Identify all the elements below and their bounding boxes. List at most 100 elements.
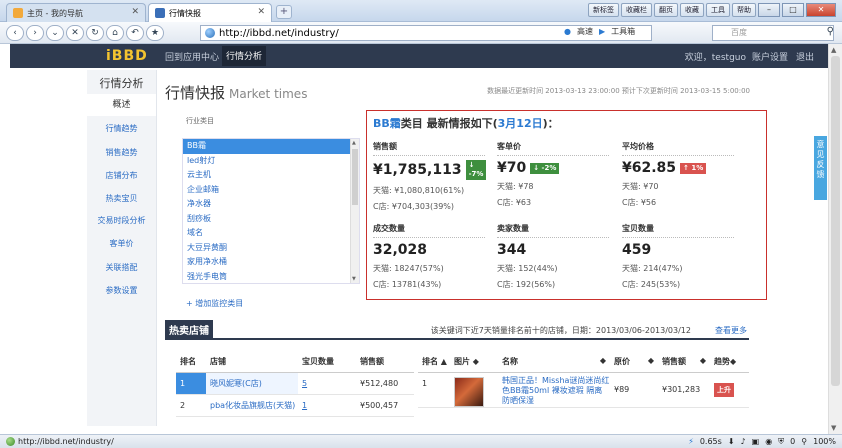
zoom-icon[interactable]: ⚲ — [801, 435, 807, 448]
col-shop[interactable]: 店铺 — [206, 352, 298, 373]
col-rank[interactable]: 排名 ▲ — [418, 352, 450, 373]
col-trend[interactable]: 趋势◆ — [710, 352, 749, 373]
shop-count-link[interactable]: 5 — [302, 379, 307, 388]
stop-button[interactable]: ✕ — [66, 24, 84, 41]
minimize-button[interactable]: – — [758, 3, 780, 17]
view-more-link[interactable]: 查看更多 — [715, 325, 747, 336]
table-row[interactable]: 2 pba化妆品旗舰店(天猫) 1 ¥500,457 — [176, 394, 414, 417]
shop-name-link[interactable]: pba化妆品旗舰店(天猫) — [206, 394, 298, 417]
category-item[interactable]: led射灯 — [183, 154, 359, 169]
search-icon[interactable]: ⚲ — [827, 26, 834, 37]
go-arrow-icon[interactable]: ▶ — [599, 27, 605, 36]
ibbd-logo[interactable]: iBBD — [106, 48, 148, 64]
product-image[interactable] — [454, 376, 484, 407]
sidebar-item-settings[interactable]: 参数设置 — [87, 285, 156, 296]
col-name[interactable]: 名称 ◆ — [498, 352, 610, 373]
sort-up-icon[interactable]: ▲ — [441, 357, 447, 366]
col-sales[interactable]: 销售额 — [356, 352, 414, 373]
category-item[interactable]: 域名 — [183, 226, 359, 241]
new-tab-button[interactable]: + — [276, 5, 292, 19]
shop-count-link[interactable]: 1 — [302, 401, 307, 410]
category-scrollbar[interactable]: ▲ ▼ — [350, 139, 359, 283]
product-name-link[interactable]: 韩国正品！Missha谜尚迷尚红色BB霜50ml 裸妆遮瑕 隔离防晒保湿 — [498, 372, 610, 408]
current-app-tab[interactable]: 行情分析 — [222, 46, 267, 66]
sidebar-item-shop-distribution[interactable]: 店铺分布 — [87, 170, 156, 181]
logout-link[interactable]: 退出 — [796, 50, 814, 63]
refresh-button[interactable]: ↻ — [86, 24, 104, 41]
account-settings-link[interactable]: 账户设置 — [752, 50, 788, 63]
top-button[interactable]: 新标签 — [588, 3, 619, 17]
category-item[interactable]: 净水器 — [183, 197, 359, 212]
speed-icon[interactable]: ● — [564, 27, 571, 36]
category-item[interactable]: 强光手电筒 — [183, 270, 359, 284]
shop-name-link[interactable]: 晓风妮寒(C店) — [206, 372, 298, 395]
feedback-button[interactable]: 意见反馈 — [814, 136, 827, 200]
tab-market[interactable]: 行情快报 ✕ — [148, 3, 272, 22]
metric-sub-tmall: 天猫: 214(47%) — [622, 264, 683, 273]
download-icon[interactable]: ⬇ — [728, 435, 735, 448]
category-item[interactable]: 大豆异黄酮 — [183, 241, 359, 256]
category-item[interactable]: BB霜 — [183, 139, 359, 154]
window-close-button[interactable]: ✕ — [806, 3, 836, 17]
table-row[interactable]: 1 晓风妮寒(C店) 5 ¥512,480 — [176, 372, 414, 395]
scroll-thumb[interactable] — [831, 56, 840, 386]
top-button[interactable]: 收藏 — [680, 3, 704, 17]
sidebar-item-market-trend[interactable]: 行情趋势 — [87, 123, 156, 134]
sort-icon[interactable]: ◆ — [473, 357, 479, 366]
scroll-thumb[interactable] — [352, 149, 358, 205]
top-button[interactable]: 工具 — [706, 3, 730, 17]
close-icon[interactable]: ✕ — [257, 7, 265, 17]
metric-value-row: ¥1,785,113 ↓ -7% — [373, 160, 487, 180]
col-price[interactable]: 原价 ◆ — [610, 352, 658, 373]
toolbox-label[interactable]: 工具箱 — [611, 26, 635, 37]
forward-button[interactable]: › — [26, 24, 44, 41]
speed-icon[interactable]: ⚡ — [688, 435, 694, 448]
scroll-down-icon[interactable]: ▼ — [352, 276, 356, 282]
sort-icon[interactable]: ◆ — [700, 356, 706, 365]
top-button[interactable]: 翻页 — [654, 3, 678, 17]
scroll-up-icon[interactable]: ▲ — [352, 140, 356, 146]
top-button[interactable]: 收藏栏 — [621, 3, 652, 17]
back-button[interactable]: ‹ — [6, 24, 24, 41]
sidebar-item-unit-price[interactable]: 客单价 — [87, 238, 156, 249]
table-row[interactable]: 1 韩国正品！Missha谜尚迷尚红色BB霜50ml 裸妆遮瑕 隔离防晒保湿 ¥… — [418, 372, 749, 408]
screenshot-icon[interactable]: ▣ — [752, 435, 760, 448]
sidebar-item-hot-items[interactable]: 热卖宝贝 — [87, 193, 156, 204]
page-scrollbar[interactable]: ▲ ▼ — [828, 44, 842, 434]
sort-icon[interactable]: ◆ — [600, 356, 606, 365]
back-to-app-center-link[interactable]: 回到应用中心 — [165, 50, 219, 63]
col-sales[interactable]: 销售额 ◆ — [658, 352, 710, 373]
sidebar-item-overview[interactable]: 概述 — [87, 94, 156, 116]
speed-label[interactable]: 高速 — [577, 26, 593, 37]
add-category-link[interactable]: + 增加监控类目 — [186, 298, 243, 309]
summary-date: 3月12日 — [497, 117, 543, 130]
scroll-down-icon[interactable]: ▼ — [831, 424, 836, 432]
home-button[interactable]: ⌂ — [106, 24, 124, 41]
col-image[interactable]: 图片 ◆ — [450, 352, 498, 373]
col-item-count[interactable]: 宝贝数量 — [298, 352, 356, 373]
top-button[interactable]: 帮助 — [732, 3, 756, 17]
sort-icon[interactable]: ◆ — [730, 357, 736, 366]
sort-icon[interactable]: ◆ — [648, 356, 654, 365]
col-rank[interactable]: 排名 — [176, 352, 206, 373]
category-item[interactable]: 企业邮箱 — [183, 183, 359, 198]
close-icon[interactable]: ✕ — [131, 7, 139, 17]
tab-home[interactable]: 主页 - 我的导航 ✕ — [6, 3, 146, 22]
category-item[interactable]: 云主机 — [183, 168, 359, 183]
sidebar-item-time-analysis[interactable]: 交易时段分析 — [87, 215, 156, 226]
sound-icon[interactable]: ♪ — [741, 435, 746, 448]
sidebar-item-sales-trend[interactable]: 销售趋势 — [87, 147, 156, 158]
favorite-star-button[interactable]: ★ — [146, 24, 164, 41]
category-item[interactable]: 刮痧板 — [183, 212, 359, 227]
history-dropdown[interactable]: ⌄ — [46, 24, 64, 41]
shield-icon[interactable]: ⛨ — [778, 435, 784, 448]
scroll-up-icon[interactable]: ▲ — [831, 46, 836, 54]
category-item[interactable]: 家用净水桶 — [183, 255, 359, 270]
eye-icon[interactable]: ◉ — [765, 435, 772, 448]
zoom-level[interactable]: 100% — [813, 435, 836, 448]
search-input[interactable]: 百度 — [712, 25, 834, 41]
sidebar-item-bundling[interactable]: 关联搭配 — [87, 262, 156, 273]
undo-button[interactable]: ↶ — [126, 24, 144, 41]
maximize-button[interactable]: □ — [782, 3, 804, 17]
metric-avg-price: 平均价格 ¥62.85 ↑ 1% 天猫: ¥70 C店: ¥56 — [622, 141, 734, 208]
